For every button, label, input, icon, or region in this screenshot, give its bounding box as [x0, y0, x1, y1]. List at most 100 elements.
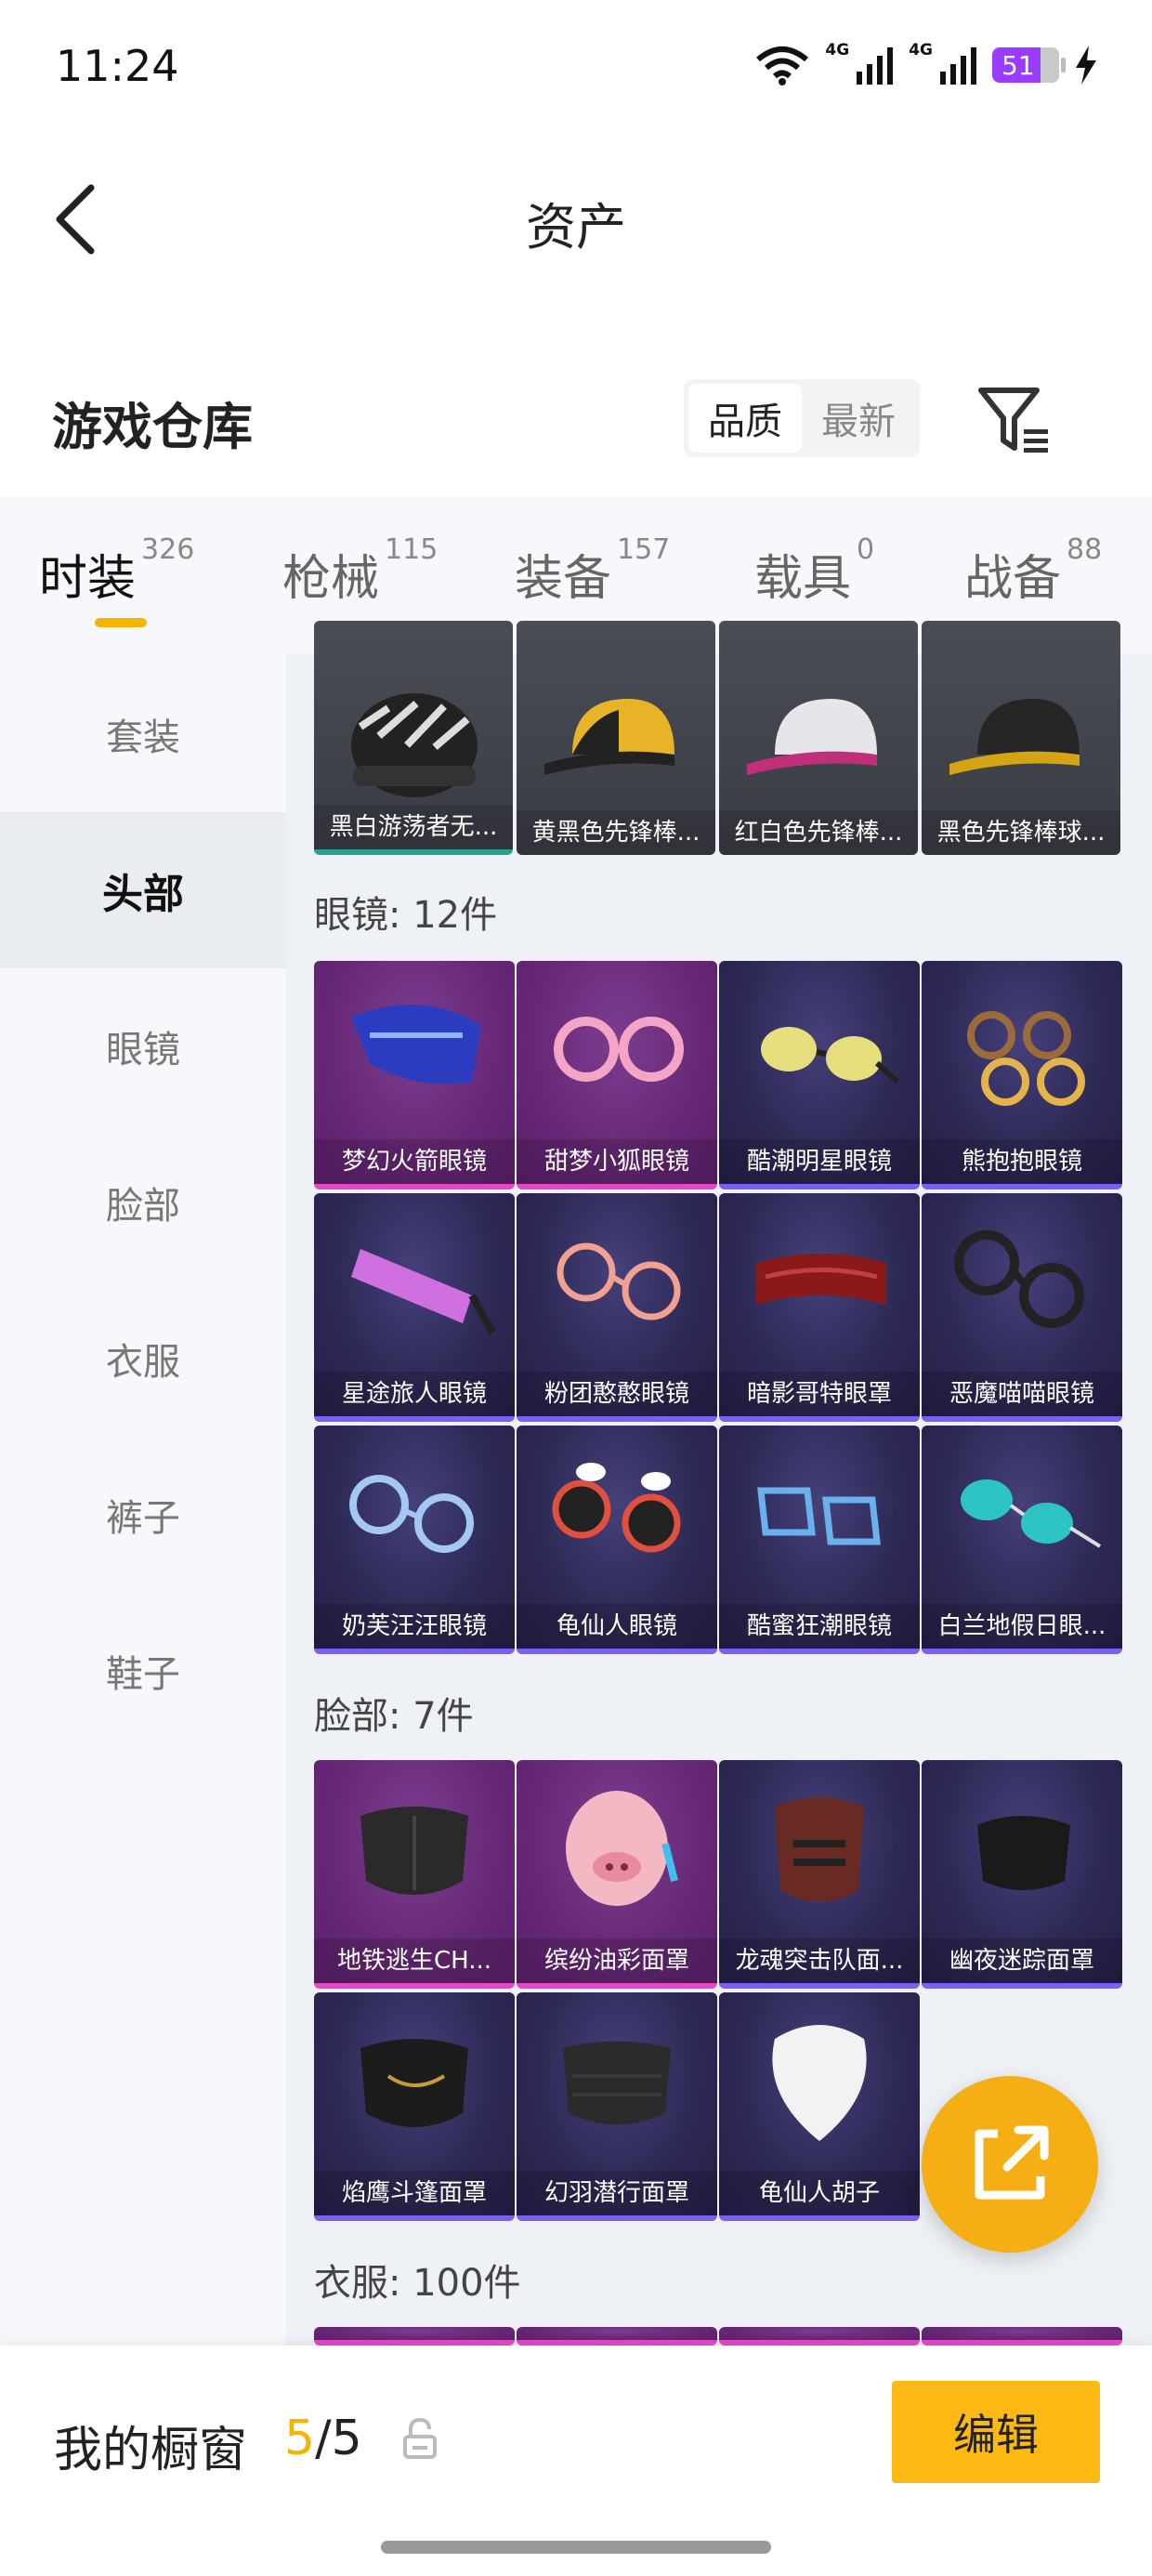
item-name: 缤纷油彩面罩: [517, 1939, 717, 1983]
item-name: 熊抱抱眼镜: [922, 1139, 1122, 1184]
pig-mask-icon: [566, 1791, 678, 1906]
sidebar-item-suits[interactable]: 套装: [0, 656, 286, 812]
item-name: 黑色先锋棒球...: [922, 810, 1120, 855]
mask-icon: [360, 2039, 468, 2127]
filter-icon[interactable]: [975, 383, 1050, 457]
mask-icon: [775, 1797, 864, 1902]
item-card[interactable]: 粉团憨憨眼镜: [517, 1193, 717, 1422]
glasses-section-label: 眼镜: 12件: [314, 894, 498, 937]
clothes-section-label: 衣服: 100件: [314, 2262, 521, 2305]
sidebar-item-face[interactable]: 脸部: [0, 1124, 286, 1281]
sunglasses-icon: [761, 1027, 900, 1084]
signal-icon: [940, 47, 976, 85]
active-tab-indicator: [95, 618, 147, 627]
item-name: 梦幻火箭眼镜: [314, 1139, 515, 1184]
item-card[interactable]: 龟仙人眼镜: [517, 1426, 717, 1654]
item-card[interactable]: 幻羽潜行面罩: [517, 1992, 717, 2221]
warehouse-title: 游戏仓库: [52, 398, 253, 456]
sidebar-item-clothes[interactable]: 衣服: [0, 1281, 286, 1437]
glasses-icon: [554, 1017, 684, 1082]
item-name: 恶魔喵喵眼镜: [922, 1372, 1122, 1416]
item-card[interactable]: 梦幻火箭眼镜: [314, 961, 515, 1189]
status-time: 11:24: [56, 41, 179, 91]
sunglasses-icon: [552, 1463, 681, 1553]
item-name: 白兰地假日眼...: [922, 1604, 1122, 1649]
item-card[interactable]: 酷潮明星眼镜: [719, 961, 920, 1189]
item-name: 酷潮明星眼镜: [719, 1139, 920, 1184]
item-name: 幽夜迷踪面罩: [922, 1939, 1122, 1983]
tab-supplies[interactable]: 战备88: [964, 533, 1102, 609]
sort-by-quality[interactable]: 品质: [688, 384, 802, 453]
sidebar-item-pants[interactable]: 裤子: [0, 1437, 286, 1593]
mask-icon: [977, 1816, 1070, 1890]
item-name: 黄黑色先锋棒...: [517, 810, 715, 855]
item-card[interactable]: 红白色先锋棒...: [719, 621, 918, 855]
sidebar-item-head[interactable]: 头部: [0, 812, 286, 968]
item-name: 龟仙人胡子: [719, 2171, 920, 2215]
face-section-label: 脸部: 7件: [314, 1695, 474, 1738]
battery-indicator: 51: [992, 47, 1066, 83]
item-name: 甜梦小狐眼镜: [517, 1139, 717, 1184]
item-card[interactable]: [922, 2327, 1122, 2346]
sort-toggle: 品质 最新: [684, 379, 920, 457]
charging-icon: [1076, 46, 1096, 85]
item-card[interactable]: 缤纷油彩面罩: [517, 1760, 717, 1989]
mask-icon: [360, 1807, 468, 1895]
item-card[interactable]: 白兰地假日眼...: [922, 1426, 1122, 1654]
item-name: 奶芙汪汪眼镜: [314, 1604, 515, 1649]
cap-icon: [747, 699, 877, 775]
item-name: 焰鹰斗篷面罩: [314, 2171, 515, 2215]
glasses-icon: [556, 1242, 681, 1321]
beanie-icon: [351, 693, 478, 797]
item-name: 黑白游荡者无...: [314, 805, 513, 849]
item-name: 幻羽潜行面罩: [517, 2171, 717, 2215]
visor-icon: [351, 1005, 481, 1084]
item-name: 龙魂突击队面...: [719, 1939, 920, 1983]
network-type-1: 4G: [825, 41, 850, 59]
item-card[interactable]: 酷蜜狂潮眼镜: [719, 1426, 920, 1654]
beard-icon: [772, 2025, 867, 2141]
edit-button[interactable]: 编辑: [892, 2381, 1100, 2483]
item-name: 星途旅人眼镜: [314, 1372, 515, 1416]
item-card[interactable]: 黑白游荡者无...: [314, 621, 513, 855]
item-card[interactable]: 地铁逃生CH...: [314, 1760, 515, 1989]
lock-icon: [403, 2417, 437, 2459]
showcase-count: 5/5: [284, 2411, 362, 2466]
mask-icon: [563, 2041, 671, 2125]
item-card[interactable]: 奶芙汪汪眼镜: [314, 1426, 515, 1654]
showcase-label: 我的橱窗: [54, 2423, 248, 2478]
item-card[interactable]: 星途旅人眼镜: [314, 1193, 515, 1422]
item-card[interactable]: 熊抱抱眼镜: [922, 961, 1122, 1189]
item-card[interactable]: 幽夜迷踪面罩: [922, 1760, 1122, 1989]
item-card[interactable]: 龟仙人胡子: [719, 1992, 920, 2221]
glasses-icon: [349, 1475, 474, 1553]
item-card[interactable]: 黄黑色先锋棒...: [517, 621, 715, 855]
item-card[interactable]: [719, 2327, 920, 2346]
network-type-2: 4G: [909, 41, 933, 59]
tab-equipment[interactable]: 装备157: [515, 533, 670, 609]
item-name: 暗影哥特眼罩: [719, 1372, 920, 1416]
item-card[interactable]: 焰鹰斗篷面罩: [314, 1992, 515, 2221]
sort-by-newest[interactable]: 最新: [802, 384, 915, 453]
item-name: 酷蜜狂潮眼镜: [719, 1604, 920, 1649]
sidebar-item-glasses[interactable]: 眼镜: [0, 968, 286, 1124]
item-name: 红白色先锋棒...: [719, 810, 918, 855]
wifi-icon: [756, 46, 809, 85]
tab-vehicles[interactable]: 载具0: [754, 533, 874, 609]
item-card[interactable]: 恶魔喵喵眼镜: [922, 1193, 1122, 1422]
item-card[interactable]: 暗影哥特眼罩: [719, 1193, 920, 1422]
item-name: 粉团憨憨眼镜: [517, 1372, 717, 1416]
share-button[interactable]: [922, 2076, 1098, 2253]
tab-fashion[interactable]: 时装326: [39, 533, 194, 609]
battery-level: 51: [1001, 49, 1035, 81]
glasses-icon: [757, 1487, 881, 1545]
item-card[interactable]: 黑色先锋棒球...: [922, 621, 1120, 855]
item-card[interactable]: [517, 2327, 717, 2346]
item-card[interactable]: [314, 2327, 515, 2346]
home-indicator: [381, 2541, 771, 2554]
sidebar-item-shoes[interactable]: 鞋子: [0, 1593, 286, 1749]
glasses-icon: [967, 1011, 1085, 1106]
tab-weapons[interactable]: 枪械115: [282, 533, 438, 609]
item-card[interactable]: 甜梦小狐眼镜: [517, 961, 717, 1189]
item-card[interactable]: 龙魂突击队面...: [719, 1760, 920, 1989]
